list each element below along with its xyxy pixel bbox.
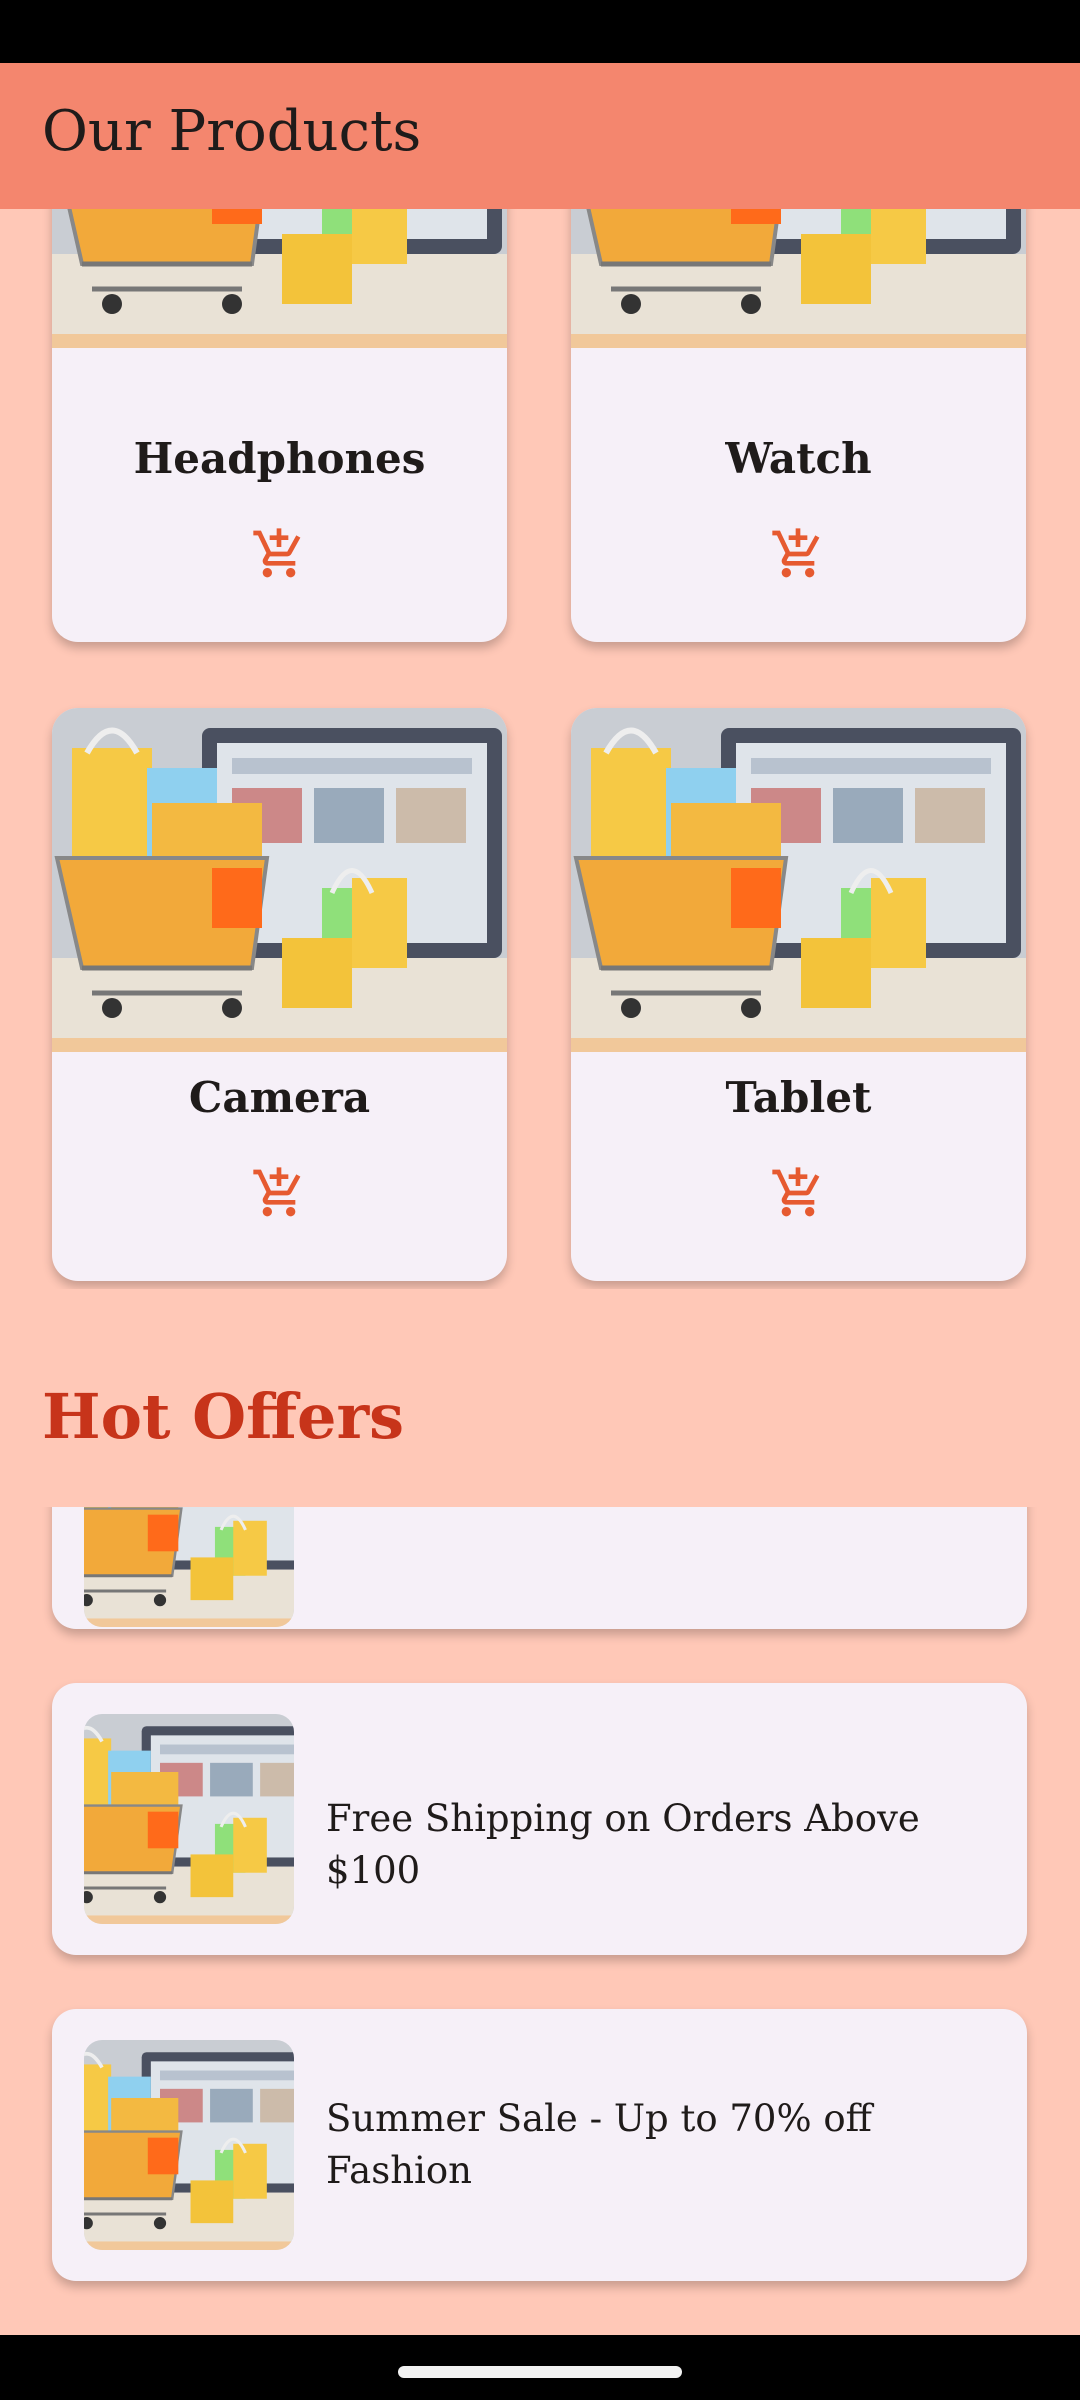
page-title: Our Products bbox=[42, 99, 422, 164]
offer-card[interactable]: Free Shipping on Orders Above $100 bbox=[52, 1683, 1027, 1955]
status-bar bbox=[0, 0, 1080, 63]
add-shopping-cart-icon[interactable] bbox=[770, 1165, 826, 1221]
add-shopping-cart-icon[interactable] bbox=[251, 1165, 307, 1221]
product-card-tablet[interactable]: Tablet bbox=[571, 708, 1026, 1281]
add-shopping-cart-icon[interactable] bbox=[770, 526, 826, 582]
hot-offers-title: Hot Offers bbox=[42, 1380, 405, 1453]
product-image bbox=[571, 708, 1026, 1052]
offer-image bbox=[84, 1507, 294, 1627]
product-name: Headphones bbox=[133, 434, 426, 483]
top-app-bar: Our Products bbox=[0, 63, 1080, 209]
offer-card[interactable]: Summer Sale - Up to 70% off Fashion bbox=[52, 2009, 1027, 2281]
offer-image bbox=[84, 2040, 294, 2250]
offer-card[interactable] bbox=[52, 1507, 1027, 1629]
hot-offers-list[interactable]: Free Shipping on Orders Above $100 Summe… bbox=[0, 1507, 1080, 2335]
product-card-watch[interactable]: Watch bbox=[571, 209, 1026, 642]
product-image bbox=[52, 708, 507, 1052]
add-shopping-cart-icon[interactable] bbox=[251, 526, 307, 582]
offer-image bbox=[84, 1714, 294, 1924]
product-grid[interactable]: Headphones Watch Camera Tablet bbox=[0, 209, 1080, 1289]
product-card-camera[interactable]: Camera bbox=[52, 708, 507, 1281]
offer-text: Summer Sale - Up to 70% off Fashion bbox=[326, 2097, 872, 2192]
product-image bbox=[52, 209, 507, 348]
product-name: Camera bbox=[188, 1073, 371, 1122]
offer-text: Free Shipping on Orders Above $100 bbox=[326, 1797, 920, 1892]
product-card-headphones[interactable]: Headphones bbox=[52, 209, 507, 642]
product-name: Watch bbox=[725, 434, 872, 483]
product-image bbox=[571, 209, 1026, 348]
product-name: Tablet bbox=[725, 1073, 872, 1122]
home-gesture-handle[interactable] bbox=[398, 2366, 682, 2378]
